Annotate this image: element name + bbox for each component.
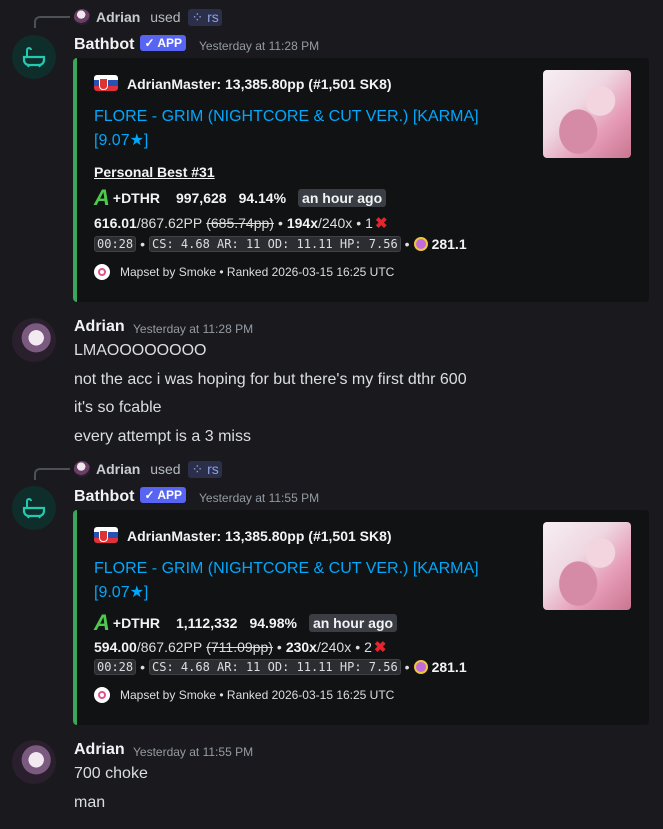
score-line: A +DTHR 997,628 94.14% an hour ago: [94, 185, 387, 210]
timestamp[interactable]: Yesterday at 11:55 PM: [199, 491, 319, 505]
reply-connector: [34, 16, 70, 28]
length-code: 00:28: [94, 659, 137, 675]
reply-context[interactable]: Adrian used ⁘ rs: [96, 9, 222, 26]
beatmap-thumbnail[interactable]: [543, 70, 631, 158]
reply-used-text: used: [150, 9, 181, 25]
app-badge-label: APP: [157, 488, 183, 502]
reply-avatar[interactable]: [74, 9, 90, 25]
message-text: 700 choke: [74, 765, 148, 782]
embed-title-link[interactable]: FLORE - GRIM (NIGHTCORE & CUT VER.) [KAR…: [94, 105, 514, 153]
score-value: 997,628: [175, 190, 227, 206]
reply-username[interactable]: Adrian: [96, 461, 140, 477]
score-embed: AdrianMaster: 13,385.80pp (#1,501 SK8) F…: [73, 510, 649, 725]
bpm-icon: [413, 237, 428, 251]
author-name[interactable]: Adrian: [74, 741, 125, 759]
embed-author[interactable]: AdrianMaster: 13,385.80pp (#1,501 SK8): [127, 76, 392, 92]
slash-command[interactable]: ⁘ rs: [188, 9, 222, 26]
personal-best-label: Personal Best #31: [94, 164, 215, 180]
bpm-value: 281.1: [431, 236, 467, 252]
osu-icon: [94, 264, 110, 280]
bpm-icon: [413, 660, 428, 674]
combo-value: 230x: [285, 639, 317, 655]
embed-footer: Mapset by Smoke • Ranked 2026-03-15 16:2…: [94, 687, 394, 703]
map-stats-line: 00:28 • CS: 4.68 AR: 11 OD: 11.11 HP: 7.…: [94, 659, 467, 675]
osu-icon: [94, 687, 110, 703]
accuracy-value: 94.14%: [238, 190, 287, 206]
map-stats-code: CS: 4.68 AR: 11 OD: 11.11 HP: 7.56: [149, 659, 401, 675]
message-text: not the acc i was hoping for but there's…: [74, 371, 467, 388]
message-text: LMAOOOOOOOO: [74, 342, 207, 359]
command-name[interactable]: rs: [207, 461, 219, 477]
author-name[interactable]: Bathbot ✓ APP: [74, 35, 187, 54]
reply-connector: [34, 468, 70, 480]
pp-value: 594.00: [94, 639, 137, 655]
command-name[interactable]: rs: [207, 9, 219, 25]
reply-context[interactable]: Adrian used ⁘ rs: [96, 461, 222, 478]
slovakia-flag-icon: [94, 75, 118, 91]
message-text: man: [74, 794, 106, 811]
bot-avatar[interactable]: [12, 35, 56, 79]
score-embed: AdrianMaster: 13,385.80pp (#1,501 SK8) F…: [73, 58, 649, 302]
footer-text: Mapset by Smoke • Ranked 2026-03-15 16:2…: [120, 265, 395, 279]
author-name[interactable]: Adrian: [74, 318, 125, 336]
reply-username[interactable]: Adrian: [96, 9, 140, 25]
pp-line: 616.01/867.62PP (685.74pp) • 194x/240x •…: [94, 215, 388, 232]
grade-a-icon: A: [94, 185, 110, 210]
author-name-text[interactable]: Bathbot: [74, 36, 134, 53]
pp-value: 616.01: [94, 215, 137, 231]
beatmap-thumbnail[interactable]: [543, 522, 631, 610]
score-value: 1,112,332: [175, 615, 238, 631]
timestamp[interactable]: Yesterday at 11:28 PM: [199, 39, 319, 53]
user-avatar[interactable]: [12, 740, 56, 784]
accuracy-value: 94.98%: [249, 615, 297, 631]
combo-value: 194x: [286, 215, 318, 231]
bpm-value: 281.1: [431, 659, 467, 675]
map-stats-line: 00:28 • CS: 4.68 AR: 11 OD: 11.11 HP: 7.…: [94, 236, 467, 252]
author-name[interactable]: Bathbot ✓ APP: [74, 487, 187, 506]
reply-used-text: used: [150, 461, 181, 477]
length-code: 00:28: [94, 236, 137, 252]
bot-avatar[interactable]: [12, 486, 56, 530]
map-stats-code: CS: 4.68 AR: 11 OD: 11.11 HP: 7.56: [149, 236, 401, 252]
message-text: every attempt is a 3 miss: [74, 428, 251, 445]
miss-x-icon: ✖: [373, 639, 387, 656]
pp-fc: (711.09pp): [206, 639, 273, 655]
timestamp[interactable]: Yesterday at 11:28 PM: [133, 322, 253, 336]
combo-max: /240x: [318, 215, 353, 231]
pp-fc: (685.74pp): [206, 215, 274, 231]
app-badge: ✓ APP: [140, 35, 187, 51]
slash-command[interactable]: ⁘ rs: [188, 461, 222, 478]
pp-line: 594.00/867.62PP (711.09pp) • 230x/240x •…: [94, 639, 387, 656]
embed-author[interactable]: AdrianMaster: 13,385.80pp (#1,501 SK8): [127, 528, 392, 544]
grade-a-icon: A: [94, 610, 110, 635]
reply-avatar[interactable]: [74, 461, 90, 477]
mods: +DTHR: [112, 615, 160, 631]
slovakia-flag-icon: [94, 527, 118, 543]
time-ago-badge: an hour ago: [298, 189, 387, 207]
bathtub-icon: [22, 498, 46, 519]
miss-count: 2: [364, 639, 372, 655]
embed-footer: Mapset by Smoke • Ranked 2026-03-15 16:2…: [94, 264, 394, 280]
combo-max: /240x: [316, 639, 352, 655]
miss-count: 1: [365, 215, 373, 231]
miss-x-icon: ✖: [374, 215, 388, 232]
footer-text: Mapset by Smoke • Ranked 2026-03-15 16:2…: [120, 688, 395, 702]
bathtub-icon: [22, 47, 46, 68]
embed-title-link[interactable]: FLORE - GRIM (NIGHTCORE & CUT VER.) [KAR…: [94, 557, 514, 605]
author-name-text[interactable]: Bathbot: [74, 488, 134, 505]
timestamp[interactable]: Yesterday at 11:55 PM: [133, 745, 253, 759]
message-text: it's so fcable: [74, 399, 162, 416]
app-badge-label: APP: [157, 36, 183, 50]
pp-max: /867.62PP: [136, 639, 203, 655]
app-badge: ✓ APP: [140, 487, 187, 503]
score-line: A +DTHR 1,112,332 94.98% an hour ago: [94, 610, 398, 635]
pp-max: /867.62PP: [136, 215, 203, 231]
user-avatar[interactable]: [12, 318, 56, 362]
time-ago-badge: an hour ago: [308, 614, 398, 632]
mods: +DTHR: [112, 190, 160, 206]
